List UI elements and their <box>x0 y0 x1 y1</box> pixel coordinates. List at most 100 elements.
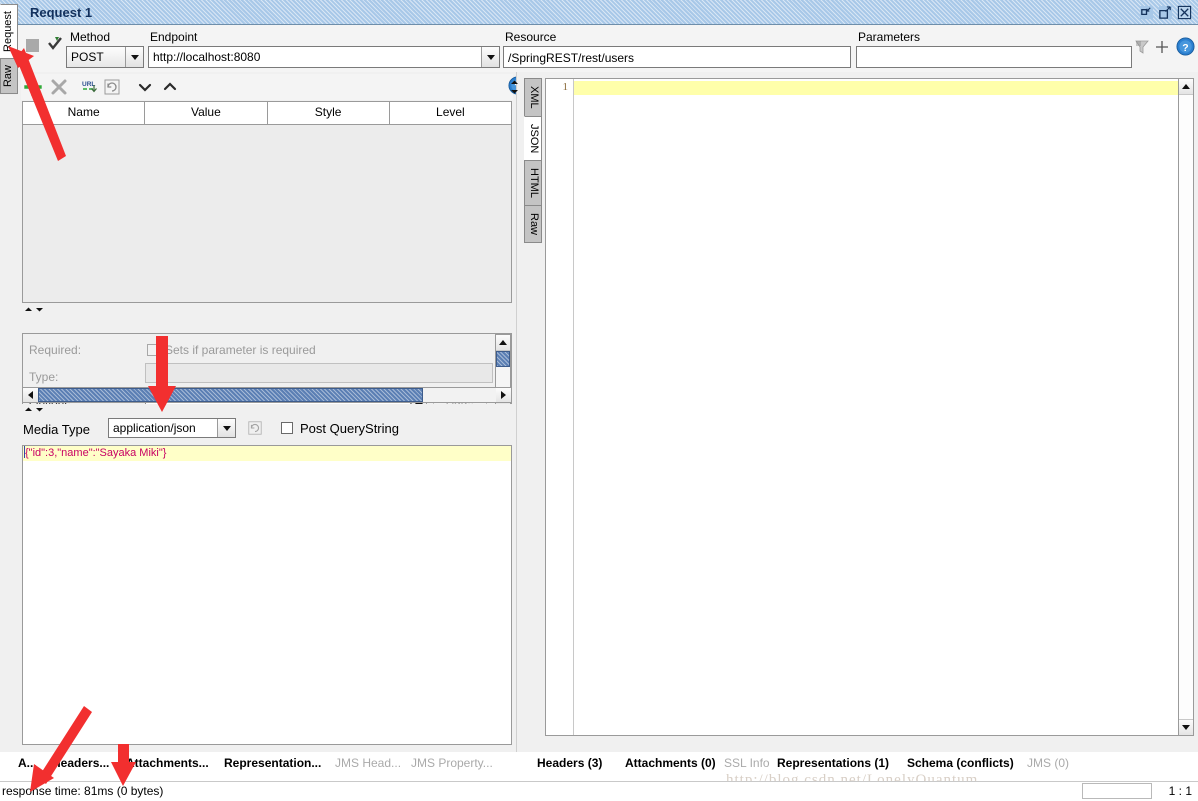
tab-headers[interactable]: Headers... <box>52 756 109 770</box>
plus-icon[interactable] <box>1154 39 1170 55</box>
response-line-gutter: 1 <box>546 79 574 735</box>
url-icon[interactable]: URL <box>81 78 99 96</box>
collapse-right-icon[interactable] <box>510 78 519 87</box>
splitter-body[interactable] <box>22 404 512 414</box>
detail-scroll-thumb[interactable] <box>496 351 510 367</box>
soapui-request-window: RE ST Request 1 <box>0 0 1198 801</box>
tab-response-headers[interactable]: Headers (3) <box>537 756 602 770</box>
detail-horizontal-scrollbar[interactable] <box>22 387 512 403</box>
media-type-select[interactable]: application/json <box>108 418 236 438</box>
scroll-up-icon[interactable] <box>1179 79 1193 95</box>
scroll-down-icon[interactable] <box>1179 719 1193 735</box>
window-controls <box>1139 5 1198 20</box>
tab-jms[interactable]: JMS (0) <box>1027 756 1069 770</box>
response-vertical-tabs: XML JSON HTML Raw <box>524 78 544 243</box>
vtab-json[interactable]: JSON <box>524 115 542 161</box>
stop-icon <box>26 39 39 52</box>
close-icon[interactable] <box>1177 5 1192 20</box>
request-body-editor[interactable]: {"id":3,"name":"Sayaka Miki"} <box>22 445 512 745</box>
vtab-raw[interactable]: Raw <box>524 204 542 243</box>
vtab-request[interactable]: Request <box>0 4 18 59</box>
svg-text:URL: URL <box>82 81 95 88</box>
request-body-line: {"id":3,"name":"Sayaka Miki"} <box>23 446 511 461</box>
response-current-line-highlight <box>574 81 1189 95</box>
scroll-right-icon[interactable] <box>496 388 511 402</box>
column-level[interactable]: Level <box>389 102 511 124</box>
chevron-down-icon <box>125 47 143 67</box>
method-label: Method <box>70 30 111 44</box>
maximize-icon[interactable] <box>1158 5 1173 20</box>
minimize-icon[interactable] <box>1139 5 1154 20</box>
vtab-html[interactable]: HTML <box>524 159 542 206</box>
validate-icon[interactable] <box>46 35 64 53</box>
splitter-parameters[interactable] <box>22 304 512 314</box>
column-name[interactable]: Name <box>23 102 146 124</box>
move-up-icon[interactable] <box>161 78 179 96</box>
title-bar-filler <box>92 0 1139 24</box>
parameters-label: Parameters <box>858 30 921 44</box>
request-vertical-tabs: Request Raw <box>0 4 20 94</box>
collapse-up-icon[interactable] <box>24 305 33 314</box>
tab-jms-headers[interactable]: JMS Head... <box>335 756 401 770</box>
detail-hscroll-thumb[interactable] <box>38 388 423 402</box>
resource-input[interactable]: /SpringREST/rest/users <box>503 46 851 68</box>
endpoint-select[interactable]: http://localhost:8080 <box>148 46 500 68</box>
response-body[interactable] <box>574 79 1189 735</box>
tab-attachments[interactable]: Attachments... <box>126 756 209 770</box>
column-style[interactable]: Style <box>267 102 390 124</box>
vtab-xml[interactable]: XML <box>524 78 542 117</box>
cursor-position: 1 : 1 <box>1168 784 1192 798</box>
tab-response-representations[interactable]: Representations (1) <box>777 756 889 770</box>
svg-text:?: ? <box>1182 43 1188 54</box>
collapse-down-icon[interactable] <box>35 305 44 314</box>
type-label: Type: <box>29 370 59 384</box>
chevron-down-icon <box>481 47 499 67</box>
tab-schema[interactable]: Schema (conflicts) <box>907 756 1014 770</box>
post-querystring-checkbox[interactable] <box>281 422 293 437</box>
method-select[interactable]: POST <box>66 46 144 68</box>
refresh-icon[interactable] <box>103 78 121 96</box>
parameters-table-header: Name Value Style Level <box>23 102 511 125</box>
response-vertical-scrollbar[interactable] <box>1178 78 1194 736</box>
endpoint-value: http://localhost:8080 <box>153 50 261 64</box>
required-hint: Sets if parameter is required <box>165 343 316 357</box>
method-value: POST <box>71 50 104 64</box>
response-time-status: response time: 81ms (0 bytes) <box>2 784 164 798</box>
endpoint-label: Endpoint <box>150 30 198 44</box>
stop-button[interactable] <box>26 39 39 52</box>
tab-ssl-info[interactable]: SSL Info <box>724 756 770 770</box>
tab-representations[interactable]: Representation... <box>224 756 321 770</box>
filter-icon[interactable] <box>1134 39 1150 55</box>
media-type-label: Media Type <box>23 422 90 437</box>
tab-response-attachments[interactable]: Attachments (0) <box>625 756 716 770</box>
request-toolbar: Method POST Endpoint http://localhost:80… <box>0 25 1198 73</box>
collapse-up-icon[interactable] <box>24 405 33 414</box>
chevron-down-icon <box>217 419 235 437</box>
request-bottom-tabs: A... Headers... Attachments... Represent… <box>0 752 516 778</box>
parameters-input[interactable] <box>856 46 1132 68</box>
response-bottom-tabs: Headers (3) Attachments (0) SSL Info Rep… <box>519 752 1198 778</box>
refresh-icon[interactable] <box>247 420 263 436</box>
status-bar: response time: 81ms (0 bytes) 1 : 1 <box>0 781 1198 801</box>
post-querystring-label: Post QueryString <box>300 421 399 436</box>
scroll-up-icon[interactable] <box>496 335 510 351</box>
status-progress-box <box>1082 783 1152 799</box>
plus-icon[interactable] <box>24 78 42 96</box>
move-down-icon[interactable] <box>136 78 154 96</box>
collapse-left-icon[interactable] <box>510 87 519 96</box>
tab-assertions[interactable]: A... <box>18 756 37 770</box>
column-value[interactable]: Value <box>145 102 268 124</box>
type-input[interactable] <box>145 363 493 383</box>
scroll-left-icon[interactable] <box>23 388 38 402</box>
tab-jms-property[interactable]: JMS Property... <box>411 756 493 770</box>
response-content-editor[interactable]: 1 <box>545 78 1190 736</box>
response-splitter-arrows[interactable] <box>510 78 519 96</box>
parameters-table[interactable]: Name Value Style Level <box>22 101 512 303</box>
help-icon[interactable]: ? <box>1176 37 1195 56</box>
window-title-bar: RE ST Request 1 <box>0 0 1198 25</box>
required-label: Required: <box>29 343 82 357</box>
vtab-raw[interactable]: Raw <box>0 57 18 94</box>
collapse-down-icon[interactable] <box>35 405 44 414</box>
delete-icon[interactable] <box>50 78 68 96</box>
required-checkbox[interactable] <box>147 344 159 359</box>
